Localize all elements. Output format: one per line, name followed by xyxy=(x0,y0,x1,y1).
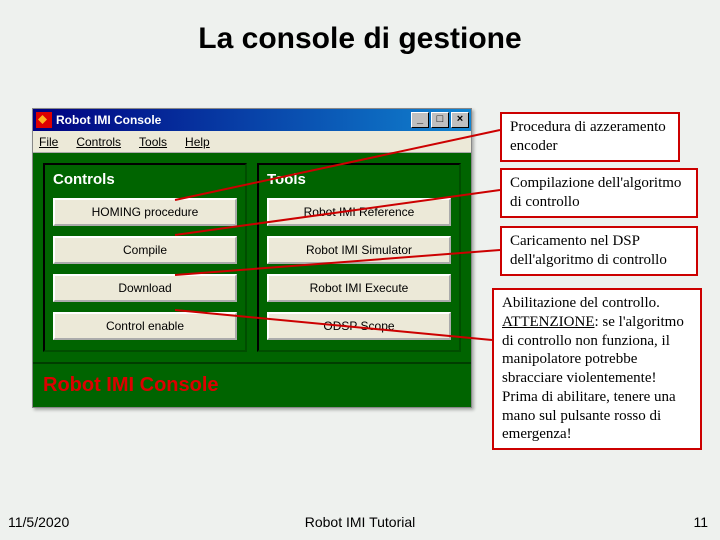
minimize-button[interactable]: _ xyxy=(411,112,429,128)
menu-help[interactable]: Help xyxy=(185,135,210,149)
callout-download: Caricamento nel DSP dell'algoritmo di co… xyxy=(500,226,698,276)
app-window: Robot IMI Console _ □ × File Controls To… xyxy=(32,108,472,408)
footer-title: Robot IMI Tutorial xyxy=(0,514,720,530)
controls-group-title: Controls xyxy=(53,171,237,188)
homing-button[interactable]: HOMING procedure xyxy=(53,198,237,226)
titlebar: Robot IMI Console _ □ × xyxy=(33,109,471,131)
close-button[interactable]: × xyxy=(451,112,469,128)
titlebar-buttons: _ □ × xyxy=(409,112,469,128)
callout-enable: Abilitazione del controllo. ATTENZIONE: … xyxy=(492,288,702,450)
control-enable-button[interactable]: Control enable xyxy=(53,312,237,340)
reference-button[interactable]: Robot IMI Reference xyxy=(267,198,451,226)
menu-tools[interactable]: Tools xyxy=(139,135,167,149)
compile-button[interactable]: Compile xyxy=(53,236,237,264)
odsp-scope-button[interactable]: ODSP Scope xyxy=(267,312,451,340)
callout-compile: Compilazione dell'algoritmo di controllo xyxy=(500,168,698,218)
menu-file[interactable]: File xyxy=(39,135,58,149)
download-button[interactable]: Download xyxy=(53,274,237,302)
panel-body: Controls HOMING procedure Compile Downlo… xyxy=(33,153,471,362)
footer-page: 11 xyxy=(693,514,708,530)
app-icon xyxy=(36,112,52,128)
tools-group-title: Tools xyxy=(267,171,451,188)
maximize-button[interactable]: □ xyxy=(431,112,449,128)
tools-group: Tools Robot IMI Reference Robot IMI Simu… xyxy=(257,163,461,352)
callout-homing: Procedura di azzeramento encoder xyxy=(500,112,680,162)
menubar: File Controls Tools Help xyxy=(33,131,471,153)
menu-controls[interactable]: Controls xyxy=(76,135,121,149)
console-footer-label: Robot IMI Console xyxy=(33,362,471,407)
slide-title: La console di gestione xyxy=(0,22,720,56)
execute-button[interactable]: Robot IMI Execute xyxy=(267,274,451,302)
window-title: Robot IMI Console xyxy=(56,113,409,127)
simulator-button[interactable]: Robot IMI Simulator xyxy=(267,236,451,264)
controls-group: Controls HOMING procedure Compile Downlo… xyxy=(43,163,247,352)
